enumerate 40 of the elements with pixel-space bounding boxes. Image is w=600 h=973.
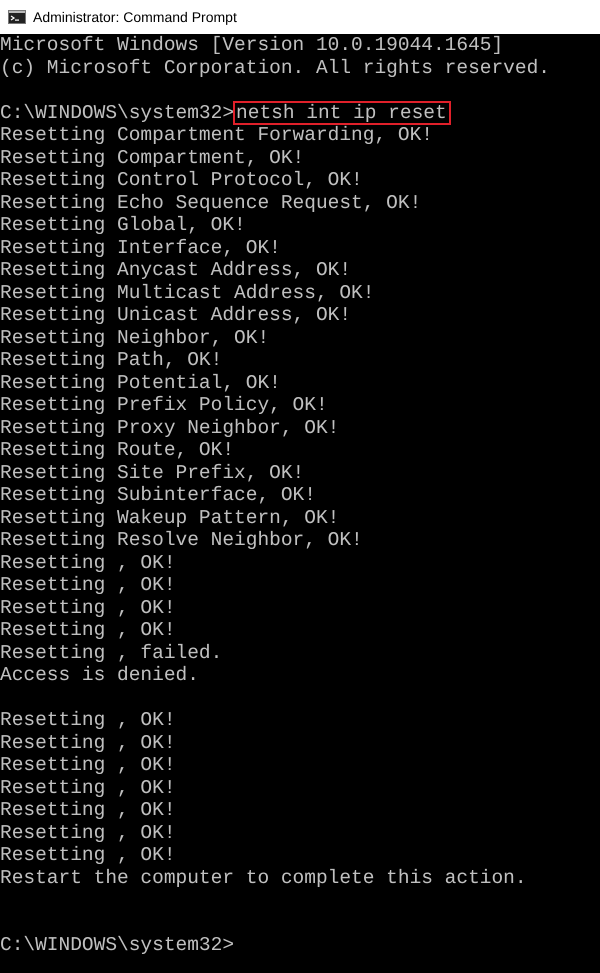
output-line: Resetting Site Prefix, OK! <box>0 462 304 484</box>
output-line: Resetting Subinterface, OK! <box>0 484 316 506</box>
output-line: Resetting , OK! <box>0 709 176 731</box>
command-prompt: C:\WINDOWS\system32> <box>0 102 234 124</box>
output-line: Access is denied. <box>0 664 199 686</box>
output-line: Resetting Control Protocol, OK! <box>0 169 363 191</box>
output-line: Resetting Route, OK! <box>0 439 234 461</box>
output-line: Resetting Potential, OK! <box>0 372 281 394</box>
output-line: Resetting Proxy Neighbor, OK! <box>0 416 340 438</box>
output-line: Resetting , OK! <box>0 799 176 821</box>
output-line: Resetting Path, OK! <box>0 349 222 371</box>
output-line: Restart the computer to complete this action. <box>0 866 527 888</box>
output-line: Resetting Compartment Forwarding, OK! <box>0 124 433 146</box>
output-line: Resetting , OK! <box>0 844 176 866</box>
command-text: netsh int ip reset <box>234 102 450 124</box>
output-line: Resetting , OK! <box>0 619 176 641</box>
output-line: Resetting Compartment, OK! <box>0 146 304 168</box>
output-line: (c) Microsoft Corporation. All rights reserved. <box>0 56 550 78</box>
output-line: Resetting Unicast Address, OK! <box>0 304 352 326</box>
output-line: Resetting , OK! <box>0 776 176 798</box>
output-line: Resetting Anycast Address, OK! <box>0 259 352 281</box>
output-line: Microsoft Windows [Version 10.0.19044.1645] <box>0 34 504 56</box>
output-line: Resetting , OK! <box>0 754 176 776</box>
output-line: Resetting Multicast Address, OK! <box>0 282 374 304</box>
output-line: Resetting Wakeup Pattern, OK! <box>0 506 340 528</box>
output-line: Resetting , failed. <box>0 642 222 664</box>
output-line: Resetting Global, OK! <box>0 214 246 236</box>
output-line: Resetting , OK! <box>0 552 176 574</box>
output-line: Resetting , OK! <box>0 822 176 844</box>
command-prompt: C:\WINDOWS\system32> <box>0 934 234 956</box>
output-line: Resetting , OK! <box>0 732 176 754</box>
output-line: Resetting Neighbor, OK! <box>0 326 270 348</box>
output-line: Resetting , OK! <box>0 596 176 618</box>
output-line: Resetting Resolve Neighbor, OK! <box>0 529 363 551</box>
output-line: Resetting Prefix Policy, OK! <box>0 394 328 416</box>
output-line: Resetting Echo Sequence Request, OK! <box>0 192 422 214</box>
output-line: Resetting , OK! <box>0 574 176 596</box>
output-line: Resetting Interface, OK! <box>0 236 281 258</box>
console-icon <box>8 10 26 24</box>
window-title: Administrator: Command Prompt <box>33 8 237 27</box>
